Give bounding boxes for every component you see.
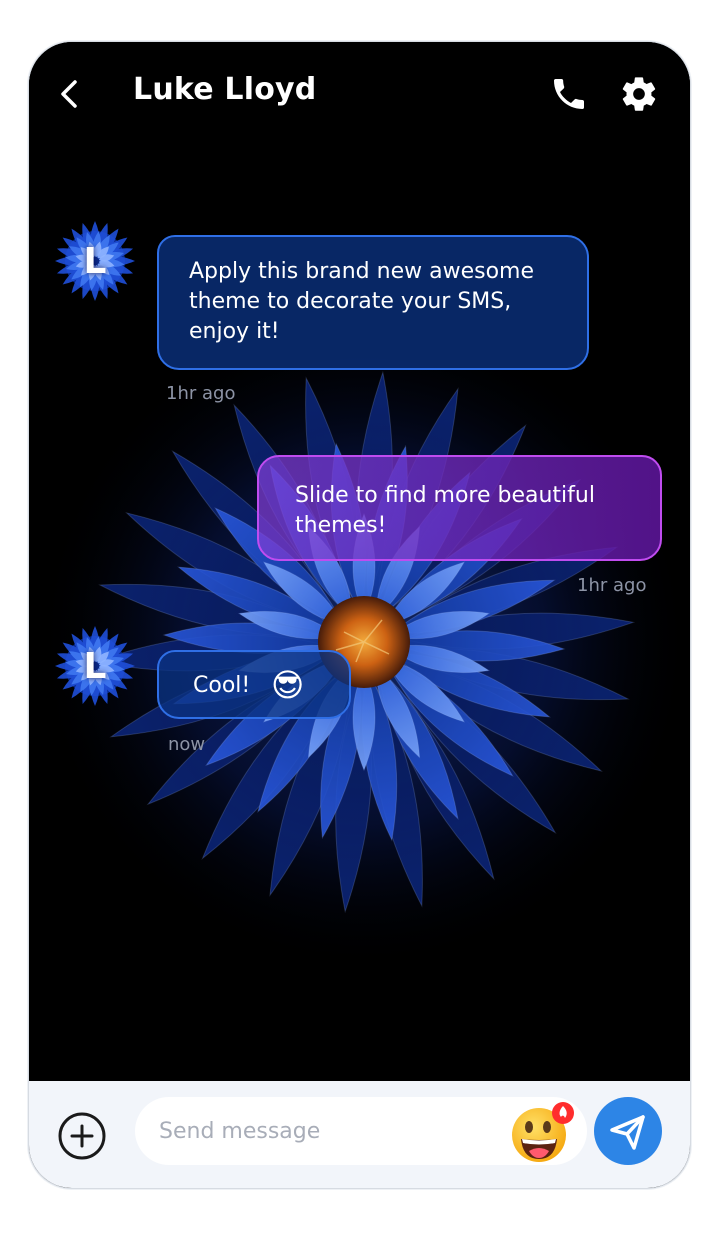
- contact-avatar[interactable]: L: [51, 622, 139, 710]
- message-bubble-incoming[interactable]: Apply this brand new awesome theme to de…: [157, 235, 589, 370]
- plus-circle-icon[interactable]: [57, 1111, 107, 1161]
- sunglasses-emoji: 😎: [271, 666, 305, 704]
- message-text: Slide to find more beautiful themes!: [295, 483, 595, 538]
- avatar-letter: L: [83, 240, 107, 282]
- message-bubble-outgoing[interactable]: Slide to find more beautiful themes!: [257, 455, 662, 561]
- back-chevron-icon[interactable]: [55, 76, 85, 112]
- message-timestamp: 1hr ago: [577, 575, 647, 596]
- message-timestamp: 1hr ago: [166, 383, 236, 404]
- emoji-picker-icon[interactable]: [509, 1099, 575, 1165]
- message-input[interactable]: [159, 1111, 479, 1151]
- avatar-letter: L: [83, 645, 107, 687]
- gear-icon[interactable]: [619, 74, 659, 114]
- phone-frame: Luke Lloyd L Apply this brand new awesom…: [28, 41, 691, 1189]
- message-composer: [29, 1081, 690, 1188]
- contact-avatar[interactable]: L: [51, 217, 139, 305]
- chat-header: Luke Lloyd: [29, 42, 690, 146]
- send-icon[interactable]: [594, 1097, 662, 1165]
- message-timestamp: now: [168, 734, 206, 755]
- flower-background: [29, 42, 690, 1082]
- message-text: Apply this brand new awesome theme to de…: [189, 259, 534, 344]
- contact-name-title: Luke Lloyd: [133, 72, 317, 107]
- phone-icon[interactable]: [549, 74, 589, 114]
- message-bubble-incoming[interactable]: Cool! 😎: [157, 650, 351, 719]
